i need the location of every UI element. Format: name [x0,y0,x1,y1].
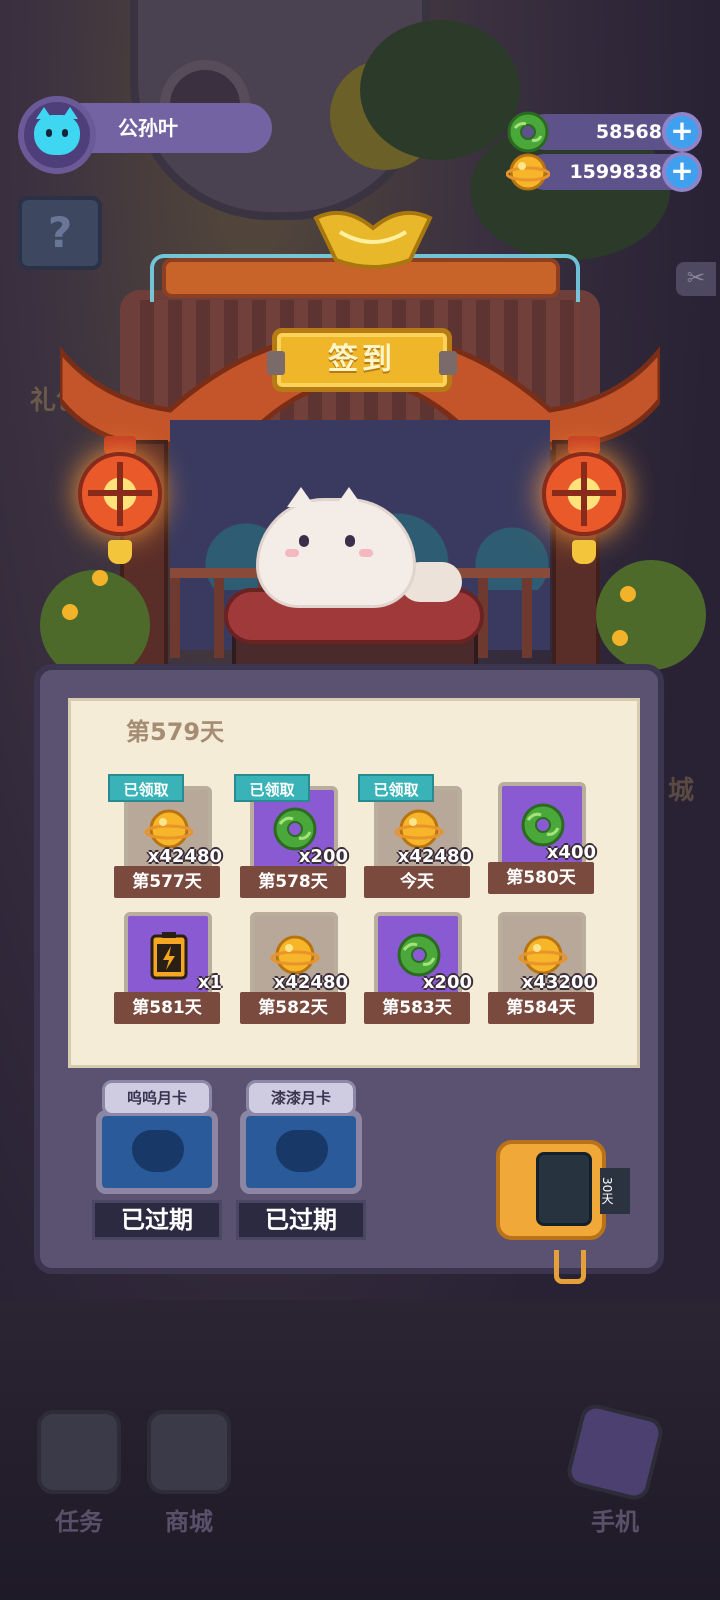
reward-count: x400 [546,842,596,863]
claimed-badge: 已领取 [108,774,184,802]
paw-icon [276,1130,328,1172]
paw-icon [132,1130,184,1172]
reward-tile-day-584[interactable]: x43200 第584天 [488,906,596,1030]
lantern-icon [542,436,626,566]
player-name: 公孙叶 [118,116,178,140]
reward-day-label: 第578天 [240,866,346,898]
reward-count: x42480 [397,846,472,867]
reward-tile-day-578[interactable]: x200 第578天 已领取 [234,774,348,904]
claimed-badge: 已领取 [234,774,310,802]
reward-tile-day-577[interactable]: x42480 第577天 已领取 [108,774,222,904]
claw-icon [554,1250,586,1284]
reward-day-label: 第583天 [364,992,470,1024]
nav-shop[interactable]: 商城 [134,1410,244,1537]
cat-avatar-icon [34,107,80,155]
reward-tile-day-583[interactable]: x200 第583天 [364,906,472,1030]
lantern-icon [78,436,162,566]
player-profile[interactable]: 公孙叶 [18,96,272,176]
phone-icon [564,1401,666,1503]
nav-tasks[interactable]: 任务 [24,1410,134,1537]
month-card-status: 已过期 [236,1200,366,1240]
reward-day-label: 第577天 [114,866,220,898]
currency-donuts: 58568 + [506,110,702,154]
reward-tile-day-582[interactable]: x42480 第582天 [240,906,348,1030]
coin-count: 1599838 [569,161,662,183]
nav-tasks-label: 任务 [55,1508,103,1536]
reward-count: x200 [422,972,472,993]
currency-coins: 1599838 + [506,150,702,194]
reward-count: x42480 [147,846,222,867]
reward-tile-day-580[interactable]: x400 第580天 [488,776,596,900]
battery-icon [150,932,188,980]
sign-in-title: 签到 [328,342,396,377]
reward-day-label: 第584天 [488,992,594,1024]
donut-count: 58568 [595,121,662,143]
reward-count: x200 [298,846,348,867]
reward-tile-day-581[interactable]: x1 第581天 [114,906,222,1030]
month-card-title: 呜呜月卡 [102,1080,212,1116]
reward-tile-today[interactable]: x42480 今天 已领取 [358,774,472,904]
nav-phone[interactable]: 手机 [560,1401,670,1537]
bottom-nav: 任务 商城 手机 [0,1401,720,1570]
sign-in-plaque: 签到 [267,328,457,392]
nav-shop-label: 商城 [165,1508,213,1536]
bg-tree [360,20,520,160]
avatar[interactable] [18,96,96,174]
claimed-badge: 已领取 [358,774,434,802]
nav-phone-label: 手机 [591,1508,639,1536]
reward-day-label: 第581天 [114,992,220,1024]
gold-ingot-icon [313,210,433,269]
add-coins-button[interactable]: + [662,152,702,192]
reward-count: x1 [197,972,222,993]
reward-count: x42480 [273,972,348,993]
card-reader-robot[interactable]: 30天 [496,1140,636,1250]
day-counter: 第579天 [126,718,225,746]
month-card-wuwu[interactable]: 呜呜月卡 已过期 [92,1080,222,1240]
reward-day-label: 第580天 [488,862,594,894]
task-book-icon [37,1410,121,1494]
add-donuts-button[interactable]: + [662,112,702,152]
robot-tag: 30天 [600,1168,630,1214]
side-city-label: 城 [668,776,695,806]
month-card-qiqi[interactable]: 漆漆月卡 已过期 [236,1080,366,1240]
month-card-status: 已过期 [92,1200,222,1240]
reward-day-label: 第582天 [240,992,346,1024]
sign-in-shrine: 签到 [0,200,720,700]
month-card-title: 漆漆月卡 [246,1080,356,1116]
shop-icon [147,1410,231,1494]
reward-count: x43200 [521,972,596,993]
white-cat-mascot[interactable] [256,487,416,608]
reward-day-label: 今天 [364,866,470,898]
